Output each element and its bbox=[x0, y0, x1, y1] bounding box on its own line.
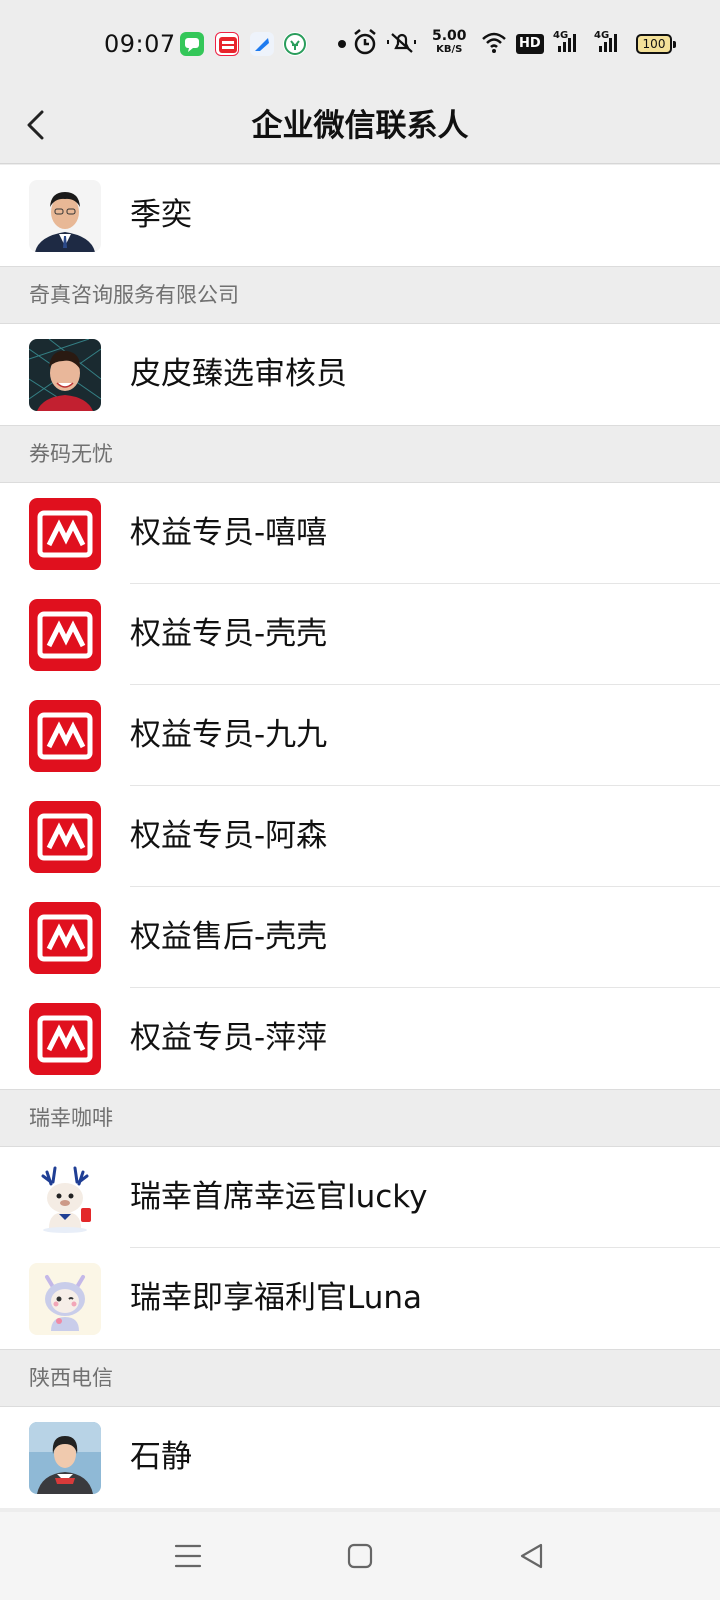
status-bar: 09:07 5.00 KB/S HD 4G 4G 100 bbox=[0, 0, 720, 88]
contact-list: 季奕 奇真咨询服务有限公司 皮皮臻选审核员 券码无忧 权益专员-嘻嘻 权益专员-… bbox=[0, 165, 720, 1508]
home-button[interactable] bbox=[336, 1532, 384, 1580]
section-header-telecom: 陕西电信 bbox=[0, 1349, 720, 1407]
back-nav-button[interactable] bbox=[508, 1532, 556, 1580]
contact-row-xixi[interactable]: 权益专员-嘻嘻 bbox=[0, 483, 720, 584]
circle-app-icon bbox=[283, 32, 307, 56]
section-title: 奇真咨询服务有限公司 bbox=[29, 283, 239, 307]
messages-app-icon bbox=[180, 32, 204, 56]
contact-row-pipi[interactable]: 皮皮臻选审核员 bbox=[0, 324, 720, 425]
contact-row-luna[interactable]: 瑞幸即享福利官Luna bbox=[0, 1248, 720, 1349]
triangle-back-icon bbox=[520, 1543, 543, 1569]
square-home-icon bbox=[347, 1543, 373, 1569]
section-header-qizhen: 奇真咨询服务有限公司 bbox=[0, 266, 720, 324]
contact-name: 权益专员-阿森 bbox=[130, 818, 328, 854]
brand-logo-icon bbox=[29, 700, 101, 772]
network-speed: 5.00 KB/S bbox=[432, 28, 467, 56]
brand-logo-icon bbox=[29, 599, 101, 671]
section-title: 瑞幸咖啡 bbox=[29, 1106, 113, 1130]
avatar-photo-pipi bbox=[29, 339, 101, 411]
section-header-luckin: 瑞幸咖啡 bbox=[0, 1089, 720, 1147]
brand-logo-icon bbox=[29, 902, 101, 974]
signal-icon bbox=[558, 32, 578, 58]
contact-name: 皮皮臻选审核员 bbox=[130, 356, 347, 392]
contact-name: 季奕 bbox=[130, 197, 192, 233]
contact-name: 权益专员-萍萍 bbox=[130, 1020, 328, 1056]
section-header-quanma: 券码无忧 bbox=[0, 425, 720, 483]
contact-name: 瑞幸首席幸运官lucky bbox=[130, 1179, 428, 1215]
contact-row-shijing[interactable]: 石静 bbox=[0, 1407, 720, 1508]
wifi-icon bbox=[480, 28, 508, 60]
contact-name: 权益售后-壳壳 bbox=[130, 919, 328, 955]
red-app-icon bbox=[215, 32, 239, 56]
deer-mascot-luna-icon bbox=[29, 1263, 101, 1335]
status-time: 09:07 bbox=[104, 30, 176, 58]
contact-row-keke[interactable]: 权益专员-壳壳 bbox=[0, 584, 720, 685]
menu-button[interactable] bbox=[164, 1532, 212, 1580]
contact-row-shouhou-keke[interactable]: 权益售后-壳壳 bbox=[0, 887, 720, 988]
system-navigation-bar bbox=[0, 1512, 720, 1600]
blue-app-icon bbox=[250, 32, 274, 56]
section-title: 券码无忧 bbox=[29, 442, 113, 466]
contact-row-jiyi[interactable]: 季奕 bbox=[0, 165, 720, 266]
contact-name: 权益专员-九九 bbox=[130, 717, 328, 753]
brand-logo-icon bbox=[29, 1003, 101, 1075]
deer-mascot-icon bbox=[29, 1162, 101, 1234]
avatar-photo-woman bbox=[29, 1422, 101, 1494]
alarm-icon bbox=[352, 28, 378, 60]
signal-icon-2 bbox=[599, 32, 619, 58]
contact-row-pingping[interactable]: 权益专员-萍萍 bbox=[0, 988, 720, 1089]
page-title: 企业微信联系人 bbox=[251, 108, 469, 144]
contact-name: 权益专员-嘻嘻 bbox=[130, 515, 328, 551]
page-header: 企业微信联系人 bbox=[0, 88, 720, 164]
contact-row-jiujiu[interactable]: 权益专员-九九 bbox=[0, 685, 720, 786]
speed-value: 5.00 bbox=[432, 28, 467, 44]
brand-logo-icon bbox=[29, 498, 101, 570]
contact-row-asen[interactable]: 权益专员-阿森 bbox=[0, 786, 720, 887]
section-title: 陕西电信 bbox=[29, 1366, 113, 1390]
contact-name: 石静 bbox=[130, 1439, 192, 1475]
avatar-photo-man bbox=[29, 180, 101, 252]
speed-unit: KB/S bbox=[436, 44, 463, 55]
battery-indicator: 100 bbox=[636, 34, 676, 54]
notification-dot-icon bbox=[338, 40, 346, 48]
silent-icon bbox=[386, 28, 418, 60]
contact-name: 权益专员-壳壳 bbox=[130, 616, 328, 652]
menu-icon bbox=[174, 1544, 202, 1568]
hd-badge: HD bbox=[516, 34, 544, 54]
contact-name: 瑞幸即享福利官Luna bbox=[130, 1280, 423, 1316]
brand-logo-icon bbox=[29, 801, 101, 873]
contact-row-lucky[interactable]: 瑞幸首席幸运官lucky bbox=[0, 1147, 720, 1248]
